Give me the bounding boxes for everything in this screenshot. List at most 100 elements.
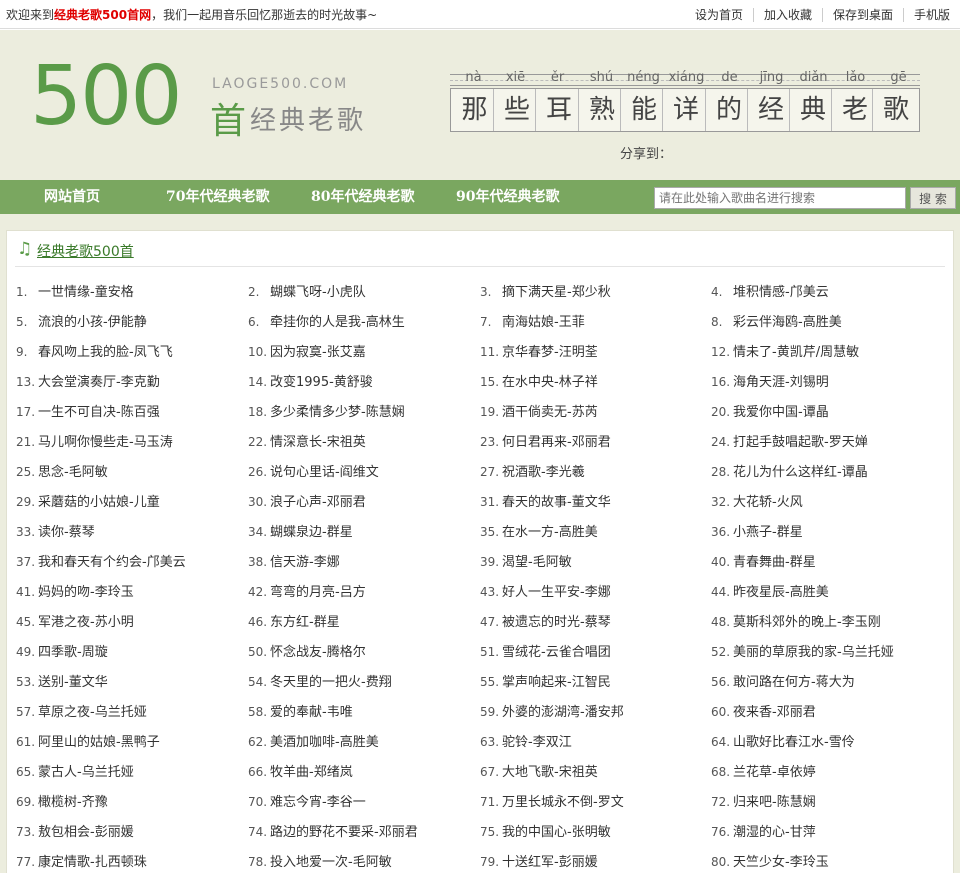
song-title-link[interactable]: 送别-董文华 [38, 675, 108, 690]
song-item[interactable]: 64. 山歌好比春江水-雪伶 [711, 727, 855, 757]
site-brand-link[interactable]: 经典老歌500首网 [54, 8, 151, 22]
song-title-link[interactable]: 外婆的澎湖湾-潘安邦 [502, 705, 624, 720]
nav-item-80s[interactable]: 80年代经典老歌 [311, 180, 414, 214]
song-title-link[interactable]: 堆积情感-邝美云 [733, 285, 829, 300]
song-item[interactable]: 14. 改变1995-黄舒骏 [248, 367, 373, 397]
song-item[interactable]: 10. 因为寂寞-张艾嘉 [248, 337, 366, 367]
song-item[interactable]: 28. 花儿为什么这样红-谭晶 [711, 457, 868, 487]
save-desktop-link[interactable]: 保存到桌面 [821, 8, 903, 22]
song-title-link[interactable]: 康定情歌-扎西顿珠 [38, 855, 147, 870]
set-homepage-link[interactable]: 设为首页 [685, 8, 753, 22]
song-title-link[interactable]: 驼铃-李双江 [502, 735, 572, 750]
song-title-link[interactable]: 美丽的草原我的家-乌兰托娅 [733, 645, 894, 660]
song-title-link[interactable]: 冬天里的一把火-费翔 [270, 675, 392, 690]
song-title-link[interactable]: 海角天涯-刘锡明 [733, 375, 829, 390]
song-item[interactable]: 4. 堆积情感-邝美云 [711, 277, 829, 307]
song-title-link[interactable]: 归来吧-陈慧娴 [733, 795, 816, 810]
song-item[interactable]: 31. 春天的故事-董文华 [480, 487, 611, 517]
song-title-link[interactable]: 难忘今宵-李谷一 [270, 795, 366, 810]
song-title-link[interactable]: 雪绒花-云雀合唱团 [502, 645, 611, 660]
song-title-link[interactable]: 兰花草-卓依婷 [733, 765, 816, 780]
song-item[interactable]: 25. 思念-毛阿敏 [16, 457, 108, 487]
song-item[interactable]: 70. 难忘今宵-李谷一 [248, 787, 366, 817]
song-item[interactable]: 33. 读你-蔡琴 [16, 517, 95, 547]
song-item[interactable]: 51. 雪绒花-云雀合唱团 [480, 637, 611, 667]
song-title-link[interactable]: 青春舞曲-群星 [733, 555, 816, 570]
song-title-link[interactable]: 祝酒歌-李光羲 [502, 465, 585, 480]
song-title-link[interactable]: 说句心里话-阎维文 [270, 465, 379, 480]
song-title-link[interactable]: 莫斯科郊外的晚上-李玉刚 [733, 615, 881, 630]
song-item[interactable]: 58. 爱的奉献-韦唯 [248, 697, 353, 727]
song-title-link[interactable]: 春天的故事-董文华 [502, 495, 611, 510]
song-title-link[interactable]: 渴望-毛阿敏 [502, 555, 572, 570]
song-item[interactable]: 15. 在水中央-林子祥 [480, 367, 598, 397]
song-item[interactable]: 40. 青春舞曲-群星 [711, 547, 816, 577]
song-item[interactable]: 67. 大地飞歌-宋祖英 [480, 757, 598, 787]
song-title-link[interactable]: 草原之夜-乌兰托娅 [38, 705, 147, 720]
song-title-link[interactable]: 改变1995-黄舒骏 [270, 375, 373, 390]
song-item[interactable]: 61. 阿里山的姑娘-黑鸭子 [16, 727, 160, 757]
song-title-link[interactable]: 一世情缘-童安格 [38, 285, 134, 300]
song-title-link[interactable]: 因为寂寞-张艾嘉 [270, 345, 366, 360]
song-item[interactable]: 42. 弯弯的月亮-吕方 [248, 577, 366, 607]
song-title-link[interactable]: 山歌好比春江水-雪伶 [733, 735, 855, 750]
song-title-link[interactable]: 我和春天有个约会-邝美云 [38, 555, 186, 570]
song-item[interactable]: 79. 十送红军-彭丽媛 [480, 847, 598, 873]
song-title-link[interactable]: 敢问路在何方-蒋大为 [733, 675, 855, 690]
song-title-link[interactable]: 敖包相会-彭丽媛 [38, 825, 134, 840]
song-item[interactable]: 1. 一世情缘-童安格 [16, 277, 134, 307]
song-title-link[interactable]: 京华春梦-汪明荃 [502, 345, 598, 360]
panel-title[interactable]: 经典老歌500首 [37, 241, 134, 261]
search-input[interactable] [654, 187, 906, 209]
song-title-link[interactable]: 酒干倘卖无-苏芮 [502, 405, 598, 420]
song-item[interactable]: 32. 大花轿-火风 [711, 487, 803, 517]
song-item[interactable]: 59. 外婆的澎湖湾-潘安邦 [480, 697, 624, 727]
song-title-link[interactable]: 彩云伴海鸥-高胜美 [733, 315, 842, 330]
song-title-link[interactable]: 一生不可自决-陈百强 [38, 405, 160, 420]
song-title-link[interactable]: 流浪的小孩-伊能静 [38, 315, 147, 330]
song-item[interactable]: 71. 万里长城永不倒-罗文 [480, 787, 624, 817]
add-favorite-link[interactable]: 加入收藏 [752, 8, 822, 22]
mobile-version-link[interactable]: 手机版 [902, 8, 960, 22]
search-button[interactable]: 搜 索 [910, 187, 956, 209]
song-item[interactable]: 41. 妈妈的吻-李玲玉 [16, 577, 134, 607]
song-item[interactable]: 73. 敖包相会-彭丽媛 [16, 817, 134, 847]
song-title-link[interactable]: 路边的野花不要采-邓丽君 [270, 825, 418, 840]
song-item[interactable]: 69. 橄榄树-齐豫 [16, 787, 108, 817]
song-title-link[interactable]: 军港之夜-苏小明 [38, 615, 134, 630]
song-title-link[interactable]: 摘下满天星-郑少秋 [502, 285, 611, 300]
song-title-link[interactable]: 读你-蔡琴 [38, 525, 95, 540]
song-title-link[interactable]: 四季歌-周璇 [38, 645, 108, 660]
song-title-link[interactable]: 南海姑娘-王菲 [502, 315, 585, 330]
song-item[interactable]: 68. 兰花草-卓依婷 [711, 757, 816, 787]
song-title-link[interactable]: 马儿啊你慢些走-马玉涛 [38, 435, 173, 450]
song-title-link[interactable]: 大地飞歌-宋祖英 [502, 765, 598, 780]
song-item[interactable]: 45. 军港之夜-苏小明 [16, 607, 134, 637]
song-item[interactable]: 62. 美酒加咖啡-高胜美 [248, 727, 379, 757]
song-item[interactable]: 5. 流浪的小孩-伊能静 [16, 307, 147, 337]
song-item[interactable]: 39. 渴望-毛阿敏 [480, 547, 572, 577]
song-title-link[interactable]: 浪子心声-邓丽君 [270, 495, 366, 510]
song-title-link[interactable]: 十送红军-彭丽媛 [502, 855, 598, 870]
song-item[interactable]: 53. 送别-董文华 [16, 667, 108, 697]
song-title-link[interactable]: 大花轿-火风 [733, 495, 803, 510]
song-item[interactable]: 18. 多少柔情多少梦-陈慧娴 [248, 397, 405, 427]
song-item[interactable]: 37. 我和春天有个约会-邝美云 [16, 547, 186, 577]
song-item[interactable]: 74. 路边的野花不要采-邓丽君 [248, 817, 418, 847]
song-item[interactable]: 54. 冬天里的一把火-费翔 [248, 667, 392, 697]
song-item[interactable]: 65. 蒙古人-乌兰托娅 [16, 757, 134, 787]
song-title-link[interactable]: 牧羊曲-郑绪岚 [270, 765, 353, 780]
song-item[interactable]: 23. 何日君再来-邓丽君 [480, 427, 611, 457]
song-title-link[interactable]: 在水中央-林子祥 [502, 375, 598, 390]
song-title-link[interactable]: 潮湿的心-甘萍 [733, 825, 816, 840]
song-item[interactable]: 2. 蝴蝶飞呀-小虎队 [248, 277, 366, 307]
song-title-link[interactable]: 采蘑菇的小姑娘-儿童 [38, 495, 160, 510]
song-title-link[interactable]: 怀念战友-腾格尔 [270, 645, 366, 660]
nav-item-70s[interactable]: 70年代经典老歌 [166, 180, 269, 214]
song-item[interactable]: 47. 被遗忘的时光-蔡琴 [480, 607, 611, 637]
song-item[interactable]: 48. 莫斯科郊外的晚上-李玉刚 [711, 607, 881, 637]
song-title-link[interactable]: 小燕子-群星 [733, 525, 803, 540]
song-title-link[interactable]: 牵挂你的人是我-高林生 [270, 315, 405, 330]
song-title-link[interactable]: 春风吻上我的脸-凤飞飞 [38, 345, 173, 360]
song-title-link[interactable]: 我爱你中国-谭晶 [733, 405, 829, 420]
